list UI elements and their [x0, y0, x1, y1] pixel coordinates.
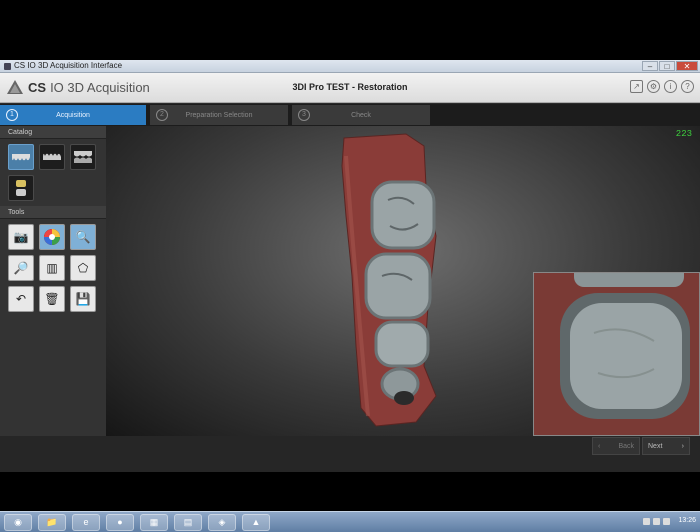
- live-camera-inset: [533, 272, 700, 436]
- tools-header: Tools: [0, 206, 106, 219]
- step-label: Preparation Selection: [185, 111, 253, 119]
- upper-jaw-icon: [12, 154, 30, 161]
- live-tooth-preview: [534, 273, 699, 435]
- trim-button[interactable]: ▥: [39, 255, 65, 281]
- maximize-button[interactable]: □: [659, 61, 675, 71]
- step-preparation-selection[interactable]: 2 Preparation Selection: [150, 105, 288, 125]
- app-header: CS IO 3D Acquisition 3DI Pro TEST - Rest…: [0, 73, 700, 103]
- close-button[interactable]: ✕: [676, 61, 698, 71]
- bite-icon: [74, 151, 92, 163]
- zoom-icon: 🔎: [13, 261, 29, 275]
- occlusion-button[interactable]: [8, 175, 34, 201]
- info-icon[interactable]: i: [664, 80, 677, 93]
- next-button[interactable]: Next ›: [642, 437, 690, 455]
- catalog-grid: [0, 139, 106, 206]
- color-wheel-icon: [44, 229, 60, 245]
- polygon-select-button[interactable]: ⬠: [70, 255, 96, 281]
- title-bar: CS IO 3D Acquisition Interface – □ ✕: [0, 60, 700, 73]
- zoom-lock-button[interactable]: 🔍: [70, 224, 96, 250]
- zoom-lock-icon: 🔍: [75, 230, 91, 244]
- catalog-header: Catalog: [0, 126, 106, 139]
- taskbar-app-3[interactable]: ◈: [208, 514, 236, 531]
- taskbar-app-acquisition[interactable]: ▲: [242, 514, 270, 531]
- help-icon[interactable]: ?: [681, 80, 694, 93]
- window-title: CS IO 3D Acquisition Interface: [14, 61, 123, 70]
- taskbar-app-explorer[interactable]: 📁: [38, 514, 66, 531]
- app-window: CS IO 3D Acquisition Interface – □ ✕ CS …: [0, 60, 700, 532]
- lower-jaw-button[interactable]: [39, 144, 65, 170]
- step-label: Acquisition: [56, 111, 90, 119]
- taskbar-app-chrome[interactable]: ●: [106, 514, 134, 531]
- save-button[interactable]: 💾: [70, 286, 96, 312]
- chevron-right-icon: ›: [681, 442, 684, 450]
- step-check[interactable]: 3 Check: [292, 105, 430, 125]
- export-icon[interactable]: ↗: [630, 80, 643, 93]
- delete-icon: 🗑: [44, 292, 60, 306]
- lower-jaw-icon: [43, 153, 61, 160]
- occlusion-icon: [16, 180, 26, 196]
- start-button[interactable]: ◉: [4, 514, 32, 531]
- app-icon: [4, 63, 11, 70]
- tray-icon[interactable]: [663, 518, 670, 525]
- workflow-steps: 1 Acquisition 2 Preparation Selection 3 …: [0, 104, 700, 126]
- bite-button[interactable]: [70, 144, 96, 170]
- step-label: Check: [351, 111, 371, 119]
- delete-button[interactable]: 🗑: [39, 286, 65, 312]
- scan-viewport[interactable]: 223: [106, 126, 700, 436]
- settings-icon[interactable]: ⚙: [647, 80, 660, 93]
- back-label: Back: [618, 442, 634, 450]
- system-tray: [643, 518, 670, 525]
- undo-icon: ↶: [15, 292, 27, 306]
- bottom-bar: ‹ Back Next ›: [0, 436, 700, 472]
- step-acquisition[interactable]: 1 Acquisition: [0, 105, 146, 125]
- polygon-select-icon: ⬠: [77, 261, 89, 275]
- screen: CS IO 3D Acquisition Interface – □ ✕ CS …: [0, 0, 700, 532]
- minimize-button[interactable]: –: [642, 61, 658, 71]
- taskbar-app-1[interactable]: ▦: [140, 514, 168, 531]
- zoom-button[interactable]: 🔎: [8, 255, 34, 281]
- upper-jaw-button[interactable]: [8, 144, 34, 170]
- taskbar-app-2[interactable]: ▤: [174, 514, 202, 531]
- trim-icon: ▥: [46, 261, 58, 275]
- document-title: 3DI Pro TEST - Restoration: [292, 82, 408, 92]
- tray-icon[interactable]: [643, 518, 650, 525]
- color-button[interactable]: [39, 224, 65, 250]
- back-button[interactable]: ‹ Back: [592, 437, 640, 455]
- sidebar: Catalog Tools 📷 🔍 🔎 ▥ ⬠ ↶ 🗑 💾: [0, 126, 106, 436]
- next-label: Next: [648, 442, 663, 450]
- tray-icon[interactable]: [653, 518, 660, 525]
- camera-icon: 📷: [13, 230, 29, 244]
- undo-button[interactable]: ↶: [8, 286, 34, 312]
- camera-button[interactable]: 📷: [8, 224, 34, 250]
- taskbar-app-ie[interactable]: e: [72, 514, 100, 531]
- tools-grid: 📷 🔍 🔎 ▥ ⬠ ↶ 🗑 💾: [0, 219, 106, 317]
- chevron-left-icon: ‹: [598, 442, 601, 450]
- clock[interactable]: 13:26: [678, 517, 696, 524]
- save-icon: 💾: [75, 292, 91, 306]
- os-taskbar: ◉ 📁 e ● ▦ ▤ ◈ ▲ 13:26: [0, 511, 700, 532]
